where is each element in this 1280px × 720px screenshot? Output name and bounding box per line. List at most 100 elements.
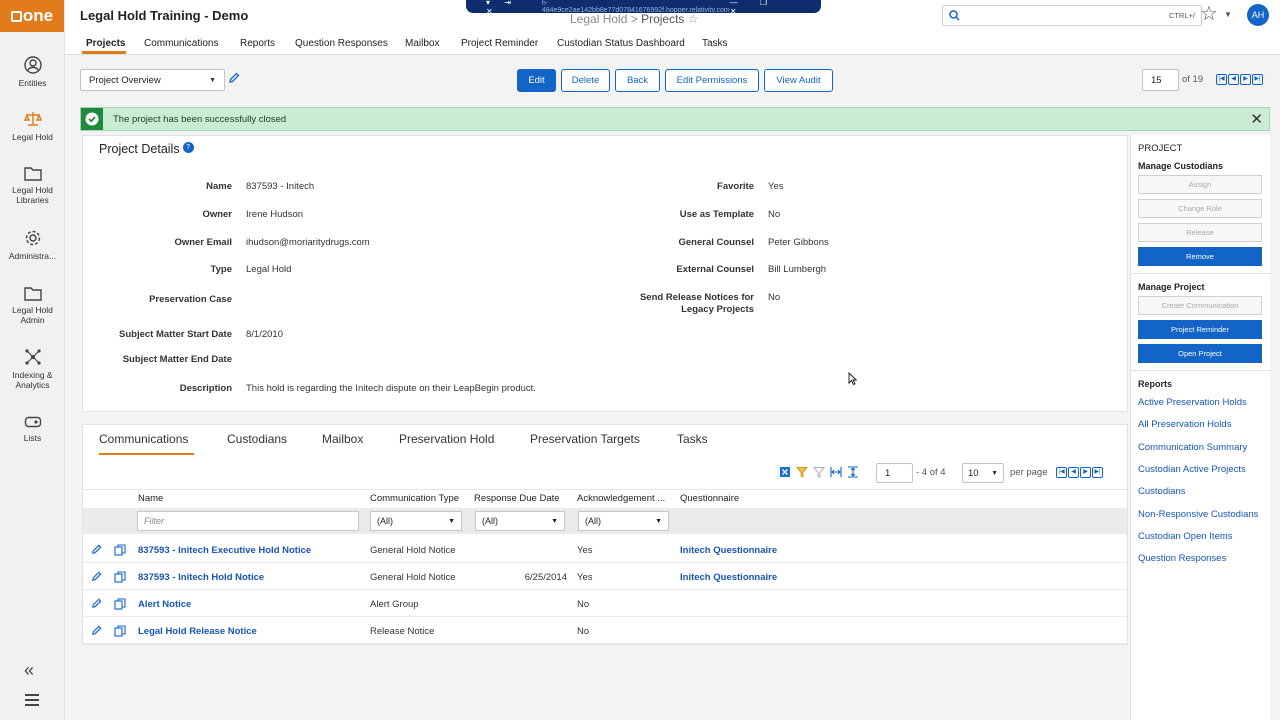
report-link-active-preservation-holds[interactable]: Active Preservation Holds bbox=[1138, 397, 1247, 408]
relativity-one-logo[interactable]: one bbox=[0, 0, 64, 32]
per-page-dropdown[interactable]: 10 ▼ bbox=[962, 463, 1004, 483]
edit-pencil-icon[interactable] bbox=[91, 598, 102, 609]
report-link-custodians[interactable]: Custodians bbox=[1138, 486, 1186, 497]
collapse-sidebar-icon[interactable]: « bbox=[24, 660, 34, 681]
communication-name-link[interactable]: 837593 - Initech Hold Notice bbox=[138, 572, 264, 583]
window-controls[interactable]: — ❐ ✕ bbox=[730, 0, 803, 16]
open-project-button[interactable]: Open Project bbox=[1138, 344, 1262, 363]
clear-filter-icon[interactable] bbox=[813, 466, 825, 478]
hamburger-menu-icon[interactable] bbox=[25, 694, 39, 709]
copy-icon[interactable] bbox=[114, 625, 126, 637]
edit-pencil-icon[interactable] bbox=[91, 571, 102, 582]
change-role-button[interactable]: Change Role bbox=[1138, 199, 1262, 218]
copy-icon[interactable] bbox=[114, 598, 126, 610]
acknowledgement-filter[interactable]: (All) ▼ bbox=[578, 511, 669, 531]
session-controls[interactable]: ▾ ⇥ ✕ bbox=[486, 0, 536, 16]
tab-tasks[interactable]: Tasks bbox=[702, 38, 728, 49]
info-icon[interactable]: ? bbox=[182, 142, 194, 153]
report-link-all-preservation-holds[interactable]: All Preservation Holds bbox=[1138, 419, 1231, 430]
sidebar-item-entities[interactable]: Entities bbox=[0, 56, 65, 88]
subtab-preservation-hold[interactable]: Preservation Hold bbox=[399, 432, 494, 446]
sidebar-item-lists[interactable]: Lists bbox=[0, 415, 65, 443]
breadcrumb-parent[interactable]: Legal Hold bbox=[570, 12, 627, 26]
favorites-star-icon[interactable]: ☆ bbox=[1200, 4, 1218, 24]
edit-button[interactable]: Edit bbox=[517, 69, 556, 92]
sidebar-item-legal-hold[interactable]: Legal Hold bbox=[0, 110, 65, 142]
report-link-communication-summary[interactable]: Communication Summary bbox=[1138, 442, 1247, 453]
edit-permissions-button[interactable]: Edit Permissions bbox=[665, 69, 759, 92]
edit-pencil-icon[interactable] bbox=[91, 544, 102, 555]
response-due-date-filter[interactable]: (All) ▼ bbox=[475, 511, 565, 531]
copy-icon[interactable] bbox=[114, 571, 126, 583]
subtab-tasks[interactable]: Tasks bbox=[677, 432, 708, 446]
column-header-communication-type[interactable]: Communication Type bbox=[370, 493, 459, 504]
project-reminder-button[interactable]: Project Reminder bbox=[1138, 320, 1262, 339]
first-page-icon[interactable]: |◀ bbox=[1056, 467, 1067, 478]
report-link-custodian-open-items[interactable]: Custodian Open Items bbox=[1138, 531, 1233, 542]
record-number-input[interactable]: 15 bbox=[1142, 69, 1179, 91]
grid-page-input[interactable]: 1 bbox=[876, 463, 913, 483]
tab-question-responses[interactable]: Question Responses bbox=[295, 38, 388, 49]
column-header-questionnaire[interactable]: Questionnaire bbox=[680, 493, 739, 504]
communication-name-link[interactable]: 837593 - Initech Executive Hold Notice bbox=[138, 545, 311, 556]
communication-type-filter[interactable]: (All) ▼ bbox=[370, 511, 462, 531]
field-label-send-release-notices-line2: Legacy Projects bbox=[681, 304, 754, 315]
global-search-input[interactable]: CTRL+/ bbox=[942, 5, 1202, 26]
close-icon[interactable]: ✕ bbox=[1250, 110, 1263, 128]
previous-page-icon[interactable]: ◀ bbox=[1228, 74, 1239, 85]
report-link-custodian-active-projects[interactable]: Custodian Active Projects bbox=[1138, 464, 1246, 475]
sidebar-item-legal-hold-admin[interactable]: Legal Hold Admin bbox=[0, 285, 65, 325]
remove-button[interactable]: Remove bbox=[1138, 247, 1262, 266]
back-button[interactable]: Back bbox=[615, 69, 660, 92]
sidebar-item-legal-hold-libraries[interactable]: Legal Hold Libraries bbox=[0, 165, 65, 205]
subtab-communications[interactable]: Communications bbox=[99, 432, 188, 446]
subtab-preservation-targets[interactable]: Preservation Targets bbox=[530, 432, 640, 446]
column-width-icon[interactable] bbox=[830, 466, 842, 478]
questionnaire-link[interactable]: Initech Questionnaire bbox=[680, 572, 777, 583]
release-button[interactable]: Release bbox=[1138, 223, 1262, 242]
last-page-icon[interactable]: ▶| bbox=[1092, 467, 1103, 478]
tab-communications[interactable]: Communications bbox=[144, 38, 218, 49]
column-header-acknowledgement[interactable]: Acknowledgement ... bbox=[577, 493, 665, 504]
first-page-icon[interactable]: |◀ bbox=[1216, 74, 1227, 85]
communication-name-link[interactable]: Legal Hold Release Notice bbox=[138, 626, 257, 637]
filter-icon[interactable] bbox=[796, 466, 808, 478]
tab-custodian-status-dashboard[interactable]: Custodian Status Dashboard bbox=[557, 38, 685, 49]
tab-project-reminder[interactable]: Project Reminder bbox=[461, 38, 538, 49]
next-page-icon[interactable]: ▶ bbox=[1240, 74, 1251, 85]
pencil-icon[interactable] bbox=[228, 72, 240, 84]
project-tabs: Projects Communications Reports Question… bbox=[65, 32, 1280, 55]
subtab-custodians[interactable]: Custodians bbox=[227, 432, 287, 446]
create-communication-button[interactable]: Create Communication bbox=[1138, 296, 1262, 315]
last-page-icon[interactable]: ▶| bbox=[1252, 74, 1263, 85]
tab-reports[interactable]: Reports bbox=[240, 38, 275, 49]
name-filter-input[interactable]: Filter bbox=[137, 511, 359, 531]
sidebar-item-indexing-analytics[interactable]: Indexing & Analytics bbox=[0, 348, 65, 390]
delete-button[interactable]: Delete bbox=[561, 69, 610, 92]
sidebar-item-administration[interactable]: Administra... bbox=[0, 229, 65, 261]
questionnaire-link[interactable]: Initech Questionnaire bbox=[680, 545, 777, 556]
subtab-mailbox[interactable]: Mailbox bbox=[322, 432, 363, 446]
tab-projects[interactable]: Projects bbox=[86, 38, 125, 49]
assign-button[interactable]: Assign bbox=[1138, 175, 1262, 194]
view-audit-button[interactable]: View Audit bbox=[764, 69, 833, 92]
table-row[interactable] bbox=[83, 590, 1127, 617]
report-link-question-responses[interactable]: Question Responses bbox=[1138, 553, 1226, 564]
favorite-star-icon[interactable]: ☆ bbox=[688, 12, 699, 26]
copy-icon[interactable] bbox=[114, 544, 126, 556]
next-page-icon[interactable]: ▶ bbox=[1080, 467, 1091, 478]
workspace-title[interactable]: Legal Hold Training - Demo bbox=[80, 8, 248, 23]
tab-mailbox[interactable]: Mailbox bbox=[405, 38, 439, 49]
field-label-external-counsel: External Counsel bbox=[676, 264, 754, 275]
user-avatar[interactable]: AH bbox=[1247, 4, 1269, 26]
excel-export-icon[interactable] bbox=[779, 466, 791, 478]
column-header-name[interactable]: Name bbox=[138, 493, 163, 504]
layout-dropdown[interactable]: Project Overview ▼ bbox=[80, 69, 225, 91]
communication-name-link[interactable]: Alert Notice bbox=[138, 599, 191, 610]
row-height-icon[interactable] bbox=[847, 466, 859, 478]
previous-page-icon[interactable]: ◀ bbox=[1068, 467, 1079, 478]
edit-pencil-icon[interactable] bbox=[91, 625, 102, 636]
column-header-response-due-date[interactable]: Response Due Date bbox=[474, 493, 560, 504]
chevron-down-icon[interactable]: ▼ bbox=[1224, 10, 1232, 19]
report-link-non-responsive-custodians[interactable]: Non-Responsive Custodians bbox=[1138, 509, 1258, 520]
